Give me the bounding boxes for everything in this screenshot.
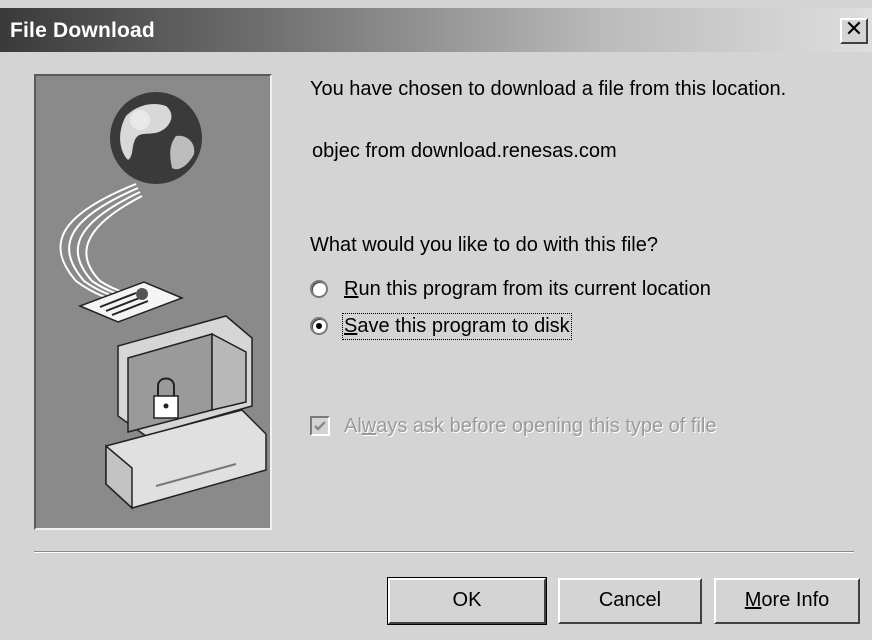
button-separator — [34, 551, 854, 553]
download-source-text: objec from download.renesas.com — [312, 140, 617, 162]
intro-text: You have chosen to download a file from … — [310, 78, 787, 100]
run-option[interactable]: Run this program from its current locati… — [310, 275, 711, 303]
ok-button[interactable]: OK — [387, 577, 547, 625]
run-option-label[interactable]: Run this program from its current locati… — [344, 278, 711, 301]
save-radio[interactable] — [310, 317, 328, 335]
window-title: File Download — [10, 19, 155, 42]
always-ask-label: Always ask before opening this type of f… — [344, 414, 717, 437]
cancel-button[interactable]: Cancel — [558, 578, 702, 624]
always-ask-checkbox[interactable] — [310, 416, 330, 436]
run-radio[interactable] — [310, 280, 328, 298]
save-option[interactable]: Save this program to disk — [310, 312, 572, 340]
always-ask-option[interactable]: Always ask before opening this type of f… — [310, 412, 716, 440]
connection-lines-icon — [59, 183, 143, 302]
file-download-dialog: File Download ✕ You have chosen to downl… — [0, 0, 872, 640]
more-info-button[interactable]: More Info — [714, 578, 860, 624]
close-icon: ✕ — [844, 17, 864, 42]
title-bar[interactable]: File Download ✕ — [0, 8, 872, 52]
checkmark-icon — [314, 421, 326, 431]
computer-icon — [105, 315, 267, 510]
close-button[interactable]: ✕ — [840, 18, 868, 44]
globe-icon — [110, 92, 202, 184]
question-text: What would you like to do with this file… — [310, 234, 658, 256]
save-option-label[interactable]: Save this program to disk — [342, 312, 572, 340]
download-illustration — [34, 74, 272, 530]
